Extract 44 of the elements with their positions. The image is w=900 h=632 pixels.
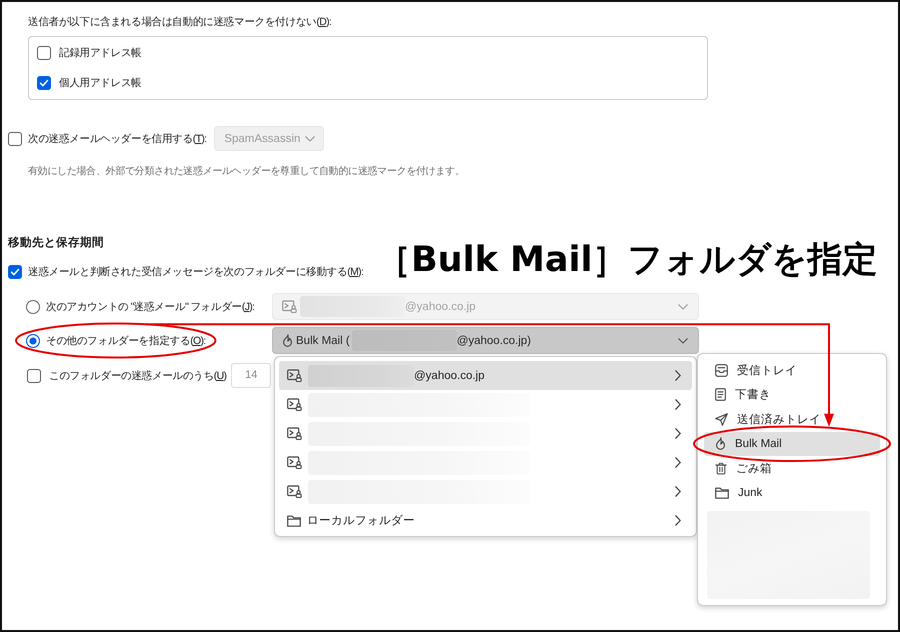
inbox-icon xyxy=(715,364,728,377)
mail-account-icon xyxy=(287,369,302,382)
menu-item[interactable]: Junk xyxy=(704,480,880,505)
document-icon xyxy=(715,388,726,402)
flame-icon xyxy=(715,437,726,450)
radio-button[interactable] xyxy=(26,300,40,314)
folder-icon xyxy=(715,486,729,499)
mail-account-icon xyxy=(287,398,302,411)
checkbox[interactable] xyxy=(37,76,51,90)
hint-text: 有効にした場合、外部で分類された迷惑メールヘッダーを尊重して自動的に迷惑マークを付けます。 xyxy=(28,165,466,179)
checkbox-label: 個人用アドレス帳 xyxy=(59,76,142,91)
checkbox[interactable] xyxy=(8,132,22,146)
mail-account-icon xyxy=(287,427,302,440)
dropdown[interactable]: Bulk Mail ( @yahoo.co.jp) xyxy=(272,327,699,354)
checkbox[interactable] xyxy=(37,46,51,60)
menu-item[interactable]: 送信済みトレイ xyxy=(704,407,880,432)
checkbox[interactable] xyxy=(8,265,22,279)
mail-account-icon xyxy=(287,485,302,498)
menu-item[interactable]: Bulk Mail xyxy=(704,432,880,456)
checkbox[interactable] xyxy=(27,368,41,382)
paper-plane-icon xyxy=(715,412,728,426)
checkbox-label: このフォルダーの迷惑メールのうち(U) xyxy=(49,368,226,384)
chevron-down-icon xyxy=(305,136,316,142)
chevron-down-icon xyxy=(678,304,688,310)
trash-icon xyxy=(715,462,727,475)
menu-item[interactable]: 受信トレイ xyxy=(704,358,880,382)
annotation-caption: ［Bulk Mail］フォルダを指定 xyxy=(376,239,878,282)
mail-account-icon xyxy=(287,456,302,469)
chevron-down-icon xyxy=(678,338,688,344)
mail-account-icon xyxy=(282,300,297,313)
folder-icon xyxy=(287,514,301,526)
menu-item[interactable]: 下書き xyxy=(704,382,880,407)
radio-button[interactable] xyxy=(26,334,40,348)
checkbox-label: 記録用アドレス帳 xyxy=(59,46,142,61)
checkbox-label: 次の迷惑メールヘッダーを信用する(T): xyxy=(28,132,206,146)
menu-item[interactable]: ごみ箱 xyxy=(704,456,880,480)
radio-label: その他のフォルダーを指定する(O): xyxy=(46,334,206,348)
section-label: 送信者が以下に含まれる場合は自動的に迷惑マークを付けない(D): xyxy=(28,16,332,28)
section-heading: 移動先と保存期間 xyxy=(8,236,105,250)
menu-item[interactable]: ローカルフォルダー xyxy=(279,506,692,535)
radio-label: 次のアカウントの "迷惑メール" フォルダー(J): xyxy=(46,300,254,314)
menu-item[interactable]: @yahoo.co.jp xyxy=(279,361,692,390)
flame-icon xyxy=(282,334,293,347)
checkbox-label: 迷惑メールと判断された受信メッセージを次のフォルダーに移動する(M): xyxy=(28,265,364,280)
